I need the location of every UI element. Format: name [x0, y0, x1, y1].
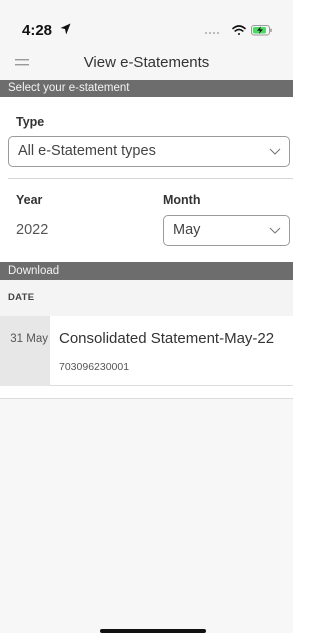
statement-title[interactable]: Consolidated Statement-May-22 [59, 330, 274, 347]
statement-reference: 703096230001 [59, 361, 130, 373]
battery-charging-icon [251, 25, 272, 36]
month-select-value: May [173, 222, 201, 238]
home-indicator [100, 629, 206, 633]
statement-date: 31 May [0, 316, 50, 386]
wifi-icon [232, 25, 246, 35]
location-arrow-icon [60, 23, 71, 35]
chevron-down-icon [269, 227, 281, 234]
select-section-header: Select your e-statement [0, 80, 293, 97]
download-section-header: Download [0, 262, 293, 280]
status-time: 4:28 [22, 22, 53, 39]
year-value[interactable]: 2022 [16, 222, 48, 238]
type-select[interactable]: All e-Statement types [8, 136, 290, 167]
chevron-down-icon [269, 148, 281, 155]
table-header: DATE [0, 280, 293, 316]
month-label: Month [163, 193, 201, 207]
nav-bar: View e-Statements [0, 44, 293, 80]
type-label: Type [16, 115, 45, 129]
statement-row[interactable]: 31 May Consolidated Statement-May-22 703… [0, 316, 293, 386]
type-select-value: All e-Statement types [18, 143, 156, 159]
signal-dots-icon [204, 31, 220, 35]
page-title: View e-Statements [83, 54, 210, 71]
column-header-date: DATE [8, 292, 35, 303]
status-icons [204, 25, 272, 36]
month-select[interactable]: May [163, 215, 290, 246]
year-label: Year [16, 193, 43, 207]
divider [8, 178, 293, 179]
status-bar: 4:28 [0, 0, 293, 44]
empty-content-area [0, 398, 293, 633]
